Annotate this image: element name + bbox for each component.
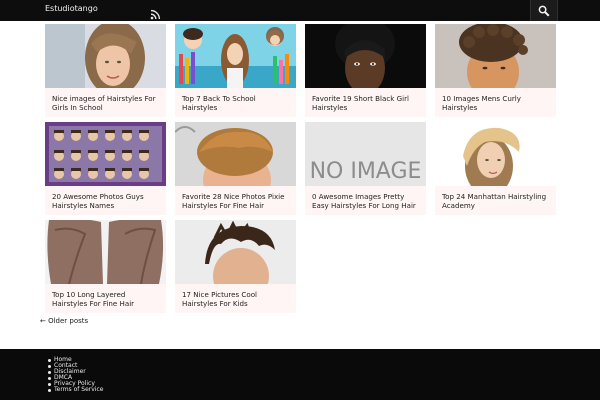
site-title[interactable]: Estudiotango xyxy=(45,4,98,14)
post-card[interactable]: NO IMAGE 0 Awesome Images Pretty Easy Ha… xyxy=(305,122,426,215)
post-title[interactable]: Favorite 19 Short Black Girl Hairstyles xyxy=(312,94,422,112)
post-title[interactable]: 10 Images Mens Curly Hairstyles xyxy=(442,94,552,112)
footer-link-terms-of-service[interactable]: Terms of Service xyxy=(54,386,103,393)
post-card[interactable]: Nice images of Hairstyles For Girls In S… xyxy=(45,24,166,117)
rss-icon[interactable] xyxy=(150,5,161,20)
post-card[interactable]: 10 Images Mens Curly Hairstyles xyxy=(435,24,556,117)
post-thumbnail[interactable]: NO IMAGE xyxy=(305,122,426,186)
no-image-text: NO IMAGE xyxy=(310,159,422,184)
post-thumbnail[interactable] xyxy=(175,220,296,284)
older-posts-link[interactable]: ← Older posts xyxy=(40,317,88,325)
search-icon xyxy=(538,5,550,17)
post-title[interactable]: 0 Awesome Images Pretty Easy Hairstyles … xyxy=(312,192,422,210)
footer-link-item: Terms of Service xyxy=(46,387,103,393)
post-title[interactable]: 17 Nice Pictures Cool Hairstyles For Kid… xyxy=(182,290,292,308)
post-thumbnail[interactable] xyxy=(45,24,166,88)
post-card[interactable]: 20 Awesome Photos Guys Hairstyles Names xyxy=(45,122,166,215)
post-thumbnail[interactable] xyxy=(175,24,296,88)
post-title[interactable]: 20 Awesome Photos Guys Hairstyles Names xyxy=(52,192,162,210)
post-card[interactable]: 17 Nice Pictures Cool Hairstyles For Kid… xyxy=(175,220,296,313)
post-card[interactable]: Top 24 Manhattan Hairstyling Academy xyxy=(435,122,556,215)
post-title[interactable]: Top 7 Back To School Hairstyles xyxy=(182,94,292,112)
footer-links: Home Contact Disclaimer DMCA Privacy Pol… xyxy=(46,357,103,393)
post-card[interactable]: Favorite 28 Nice Photos Pixie Hairstyles… xyxy=(175,122,296,215)
top-bar: Estudiotango xyxy=(0,0,600,21)
post-thumbnail[interactable] xyxy=(305,24,426,88)
search-button[interactable] xyxy=(530,0,558,21)
post-thumbnail[interactable] xyxy=(435,122,556,186)
post-thumbnail[interactable] xyxy=(45,122,166,186)
post-title[interactable]: Top 10 Long Layered Hairstyles For Fine … xyxy=(52,290,162,308)
post-title[interactable]: Nice images of Hairstyles For Girls In S… xyxy=(52,94,162,112)
post-thumbnail[interactable] xyxy=(175,122,296,186)
post-title[interactable]: Favorite 28 Nice Photos Pixie Hairstyles… xyxy=(182,192,292,210)
post-card[interactable]: Top 7 Back To School Hairstyles xyxy=(175,24,296,117)
post-thumbnail[interactable] xyxy=(45,220,166,284)
post-thumbnail[interactable] xyxy=(435,24,556,88)
post-card[interactable]: Top 10 Long Layered Hairstyles For Fine … xyxy=(45,220,166,313)
footer: Home Contact Disclaimer DMCA Privacy Pol… xyxy=(0,349,600,400)
posts-grid: Nice images of Hairstyles For Girls In S… xyxy=(45,24,557,313)
post-card[interactable]: Favorite 19 Short Black Girl Hairstyles xyxy=(305,24,426,117)
post-title[interactable]: Top 24 Manhattan Hairstyling Academy xyxy=(442,192,552,210)
